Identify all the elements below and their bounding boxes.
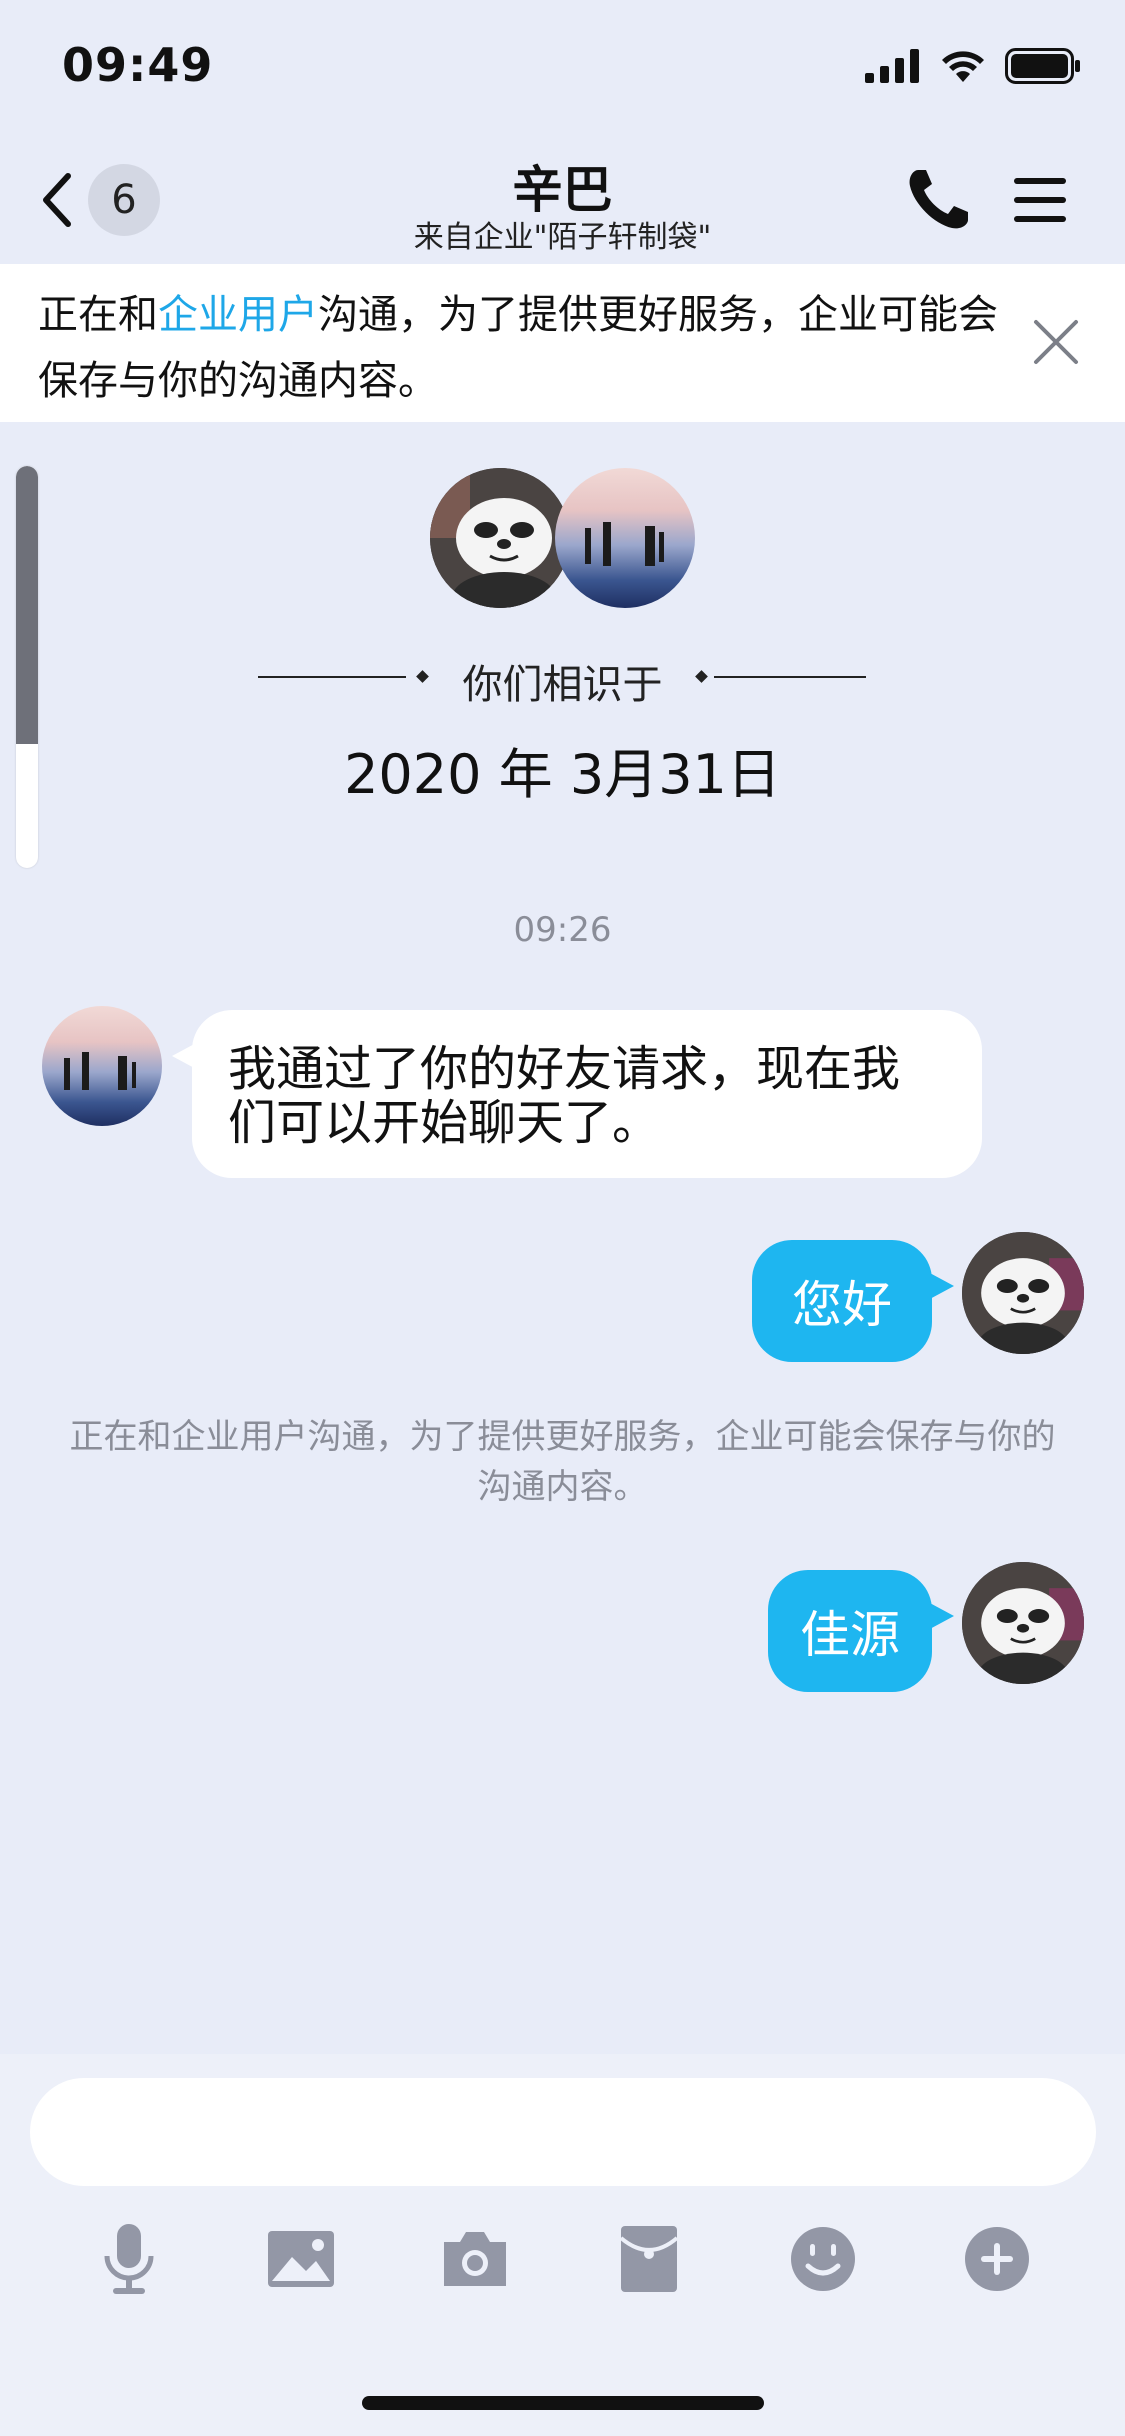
message-input[interactable] xyxy=(30,2078,1096,2186)
banner-close-button[interactable] xyxy=(1030,316,1082,368)
banner-prefix: 正在和 xyxy=(38,292,158,338)
menu-button[interactable] xyxy=(1008,168,1072,232)
home-indicator[interactable] xyxy=(362,2396,764,2410)
red-packet-icon xyxy=(619,2226,679,2292)
signal-icon xyxy=(865,49,919,83)
emoji-button[interactable] xyxy=(778,2214,868,2304)
menu-icon xyxy=(1014,178,1066,222)
banner-text: 正在和企业用户沟通，为了提供更好服务，企业可能会保存与你的沟通内容。 xyxy=(38,282,998,414)
more-button[interactable] xyxy=(952,2214,1042,2304)
microphone-icon xyxy=(104,2224,154,2294)
enterprise-notice-banner: 正在和企业用户沟通，为了提供更好服务，企业可能会保存与你的沟通内容。 xyxy=(0,264,1125,422)
wifi-icon xyxy=(942,51,984,82)
met-since-label: 你们相识于 xyxy=(462,662,663,708)
divider-right xyxy=(714,676,866,678)
camera-icon xyxy=(444,2232,506,2286)
outgoing-bubble-tail xyxy=(928,1602,954,1630)
outgoing-bubble-tail xyxy=(928,1272,954,1300)
panda-avatar-icon xyxy=(430,468,570,608)
met-since-date: 2020 年 3月31日 xyxy=(344,743,781,806)
contact-avatar xyxy=(555,468,695,608)
panda-avatar-icon xyxy=(962,1232,1084,1354)
landscape-avatar-icon xyxy=(64,1052,136,1090)
banner-highlight: 企业用户 xyxy=(158,292,318,338)
outgoing-avatar[interactable] xyxy=(962,1232,1084,1354)
status-icons xyxy=(865,48,1081,84)
outgoing-message-bubble[interactable]: 佳源 xyxy=(768,1570,932,1692)
outgoing-avatar[interactable] xyxy=(962,1562,1084,1684)
image-button[interactable] xyxy=(256,2214,346,2304)
input-area xyxy=(0,2054,1125,2436)
status-time: 09:49 xyxy=(62,38,214,92)
message-timestamp: 09:26 xyxy=(513,910,612,950)
microphone-button[interactable] xyxy=(84,2214,174,2304)
image-icon xyxy=(268,2231,334,2287)
red-packet-button[interactable] xyxy=(604,2214,694,2304)
battery-icon xyxy=(1005,48,1080,84)
incoming-avatar[interactable] xyxy=(42,1006,162,1126)
landscape-avatar-icon xyxy=(585,522,664,566)
camera-button[interactable] xyxy=(430,2214,520,2304)
incoming-message-bubble[interactable]: 我通过了你的好友请求，现在我们可以开始聊天了。 xyxy=(192,1010,982,1178)
emoji-icon xyxy=(791,2227,855,2291)
my-avatar xyxy=(430,468,570,608)
input-toolbar xyxy=(0,2214,1125,2324)
panda-avatar-icon xyxy=(962,1562,1084,1684)
plus-icon xyxy=(965,2227,1029,2291)
phone-icon xyxy=(909,170,968,229)
outgoing-message-bubble[interactable]: 您好 xyxy=(752,1240,932,1362)
close-icon xyxy=(1034,320,1078,364)
system-notice: 正在和企业用户沟通，为了提供更好服务，企业可能会保存与你的沟通内容。 xyxy=(69,1417,1056,1507)
call-button[interactable] xyxy=(900,162,976,238)
